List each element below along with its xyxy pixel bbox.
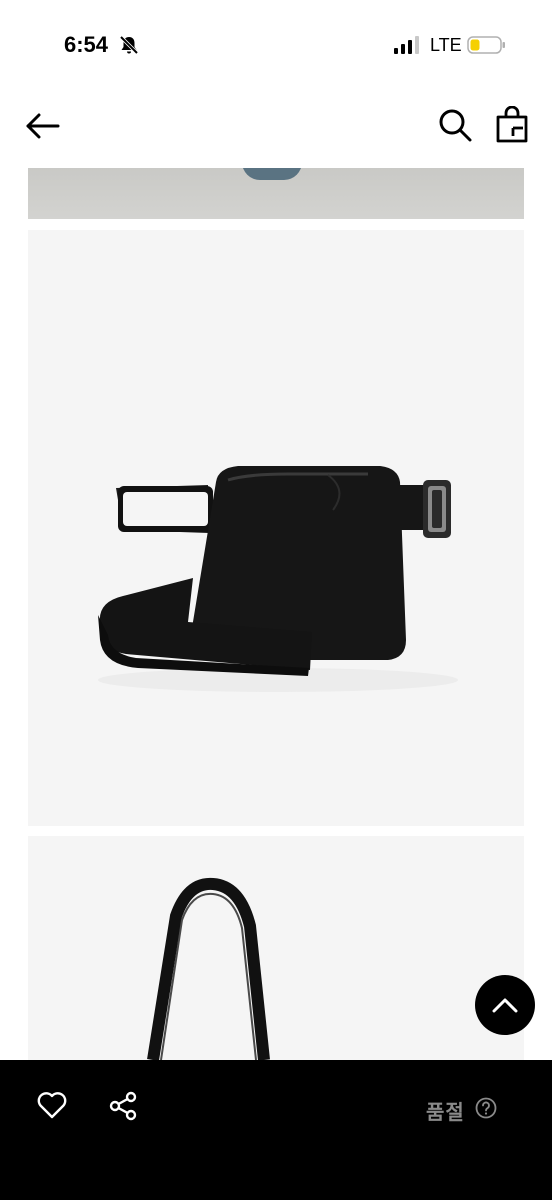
network-type: LTE [430, 35, 462, 55]
model-feet-graphic [242, 168, 302, 180]
shopping-bag-icon[interactable] [495, 106, 529, 144]
product-image-crossbody-bag[interactable] [28, 230, 524, 826]
search-icon[interactable] [437, 107, 473, 143]
top-navigation [0, 95, 552, 159]
question-circle-icon[interactable] [475, 1097, 497, 1119]
status-time: 6:54 [64, 32, 109, 57]
shoulder-strap-illustration [147, 877, 270, 1060]
product-image-model[interactable] [28, 168, 524, 219]
sold-out-label: 품절 [426, 1102, 465, 1124]
share-icon[interactable] [108, 1091, 138, 1121]
bell-muted-icon [119, 35, 139, 55]
arrow-left-icon[interactable] [24, 109, 62, 143]
heart-icon[interactable] [37, 1091, 67, 1119]
cellular-signal-icon [394, 36, 419, 54]
product-image-shoulder-bag[interactable] [28, 836, 524, 1060]
chevron-up-icon [492, 998, 518, 1013]
bottom-action-bar: 품절 [0, 1060, 552, 1200]
status-bar: 6:54 LTE [0, 0, 552, 90]
black-bag-illustration [98, 466, 458, 692]
battery-icon [467, 36, 505, 54]
scroll-to-top-button[interactable] [475, 975, 535, 1035]
